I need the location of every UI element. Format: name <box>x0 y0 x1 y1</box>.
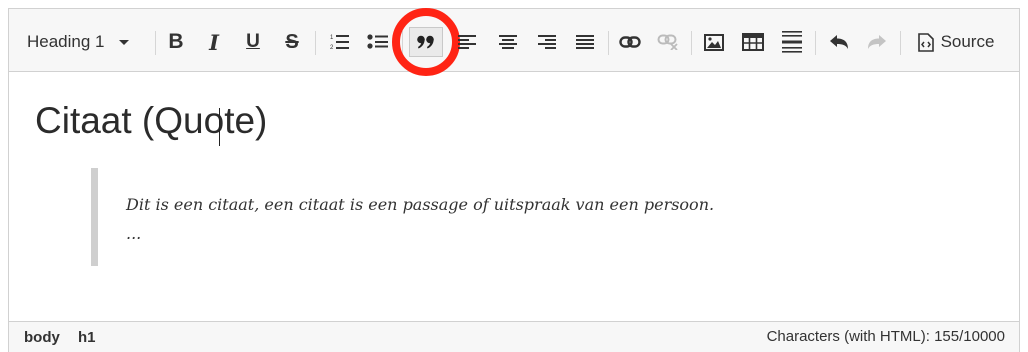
strikethrough-icon: S <box>285 30 299 53</box>
bullet-list-icon <box>367 34 388 49</box>
underline-icon: U <box>246 31 260 52</box>
numbered-list-button[interactable]: 1 2 <box>325 28 355 56</box>
table-button[interactable] <box>738 28 768 56</box>
undo-icon <box>830 35 848 49</box>
chevron-down-icon <box>118 39 129 45</box>
align-right-button[interactable] <box>532 28 562 56</box>
toolbar-separator <box>900 31 901 55</box>
numbered-list-icon: 1 2 <box>330 35 349 51</box>
table-icon <box>742 33 764 51</box>
unlink-button[interactable] <box>653 28 683 56</box>
link-button[interactable] <box>615 28 645 56</box>
quote-text: Dit is een citaat, een citaat is een pas… <box>126 195 715 214</box>
redo-button[interactable] <box>862 28 892 56</box>
align-right-icon <box>538 35 556 49</box>
image-icon <box>704 33 724 51</box>
character-counter: Characters (with HTML): 155/10000 <box>766 328 1005 345</box>
unlink-icon <box>657 34 678 50</box>
align-center-button[interactable] <box>493 28 523 56</box>
horizontal-rule-button[interactable] <box>777 28 807 56</box>
status-bar: body h1 Characters (with HTML): 155/1000… <box>9 321 1019 352</box>
horizontal-rule-icon <box>782 31 802 53</box>
align-left-icon <box>458 35 476 49</box>
toolbar-separator <box>691 31 692 55</box>
source-button[interactable]: Source <box>911 28 1001 56</box>
image-button[interactable] <box>699 28 729 56</box>
bold-icon: B <box>168 30 184 53</box>
page-heading[interactable]: Citaat (Quote) <box>35 100 267 142</box>
editor-toolbar: Heading 1 B I U S 1 2 Source <box>9 8 1019 76</box>
source-code-icon <box>917 32 934 52</box>
align-center-icon <box>499 35 517 49</box>
blockquote[interactable]: Dit is een citaat, een citaat is een pas… <box>91 168 731 266</box>
bullet-list-button[interactable] <box>363 28 393 56</box>
svg-text:2: 2 <box>330 45 334 51</box>
toolbar-separator <box>608 31 609 55</box>
bold-button[interactable]: B <box>161 28 191 56</box>
undo-button[interactable] <box>824 28 854 56</box>
italic-button[interactable]: I <box>199 28 229 56</box>
align-justify-button[interactable] <box>570 28 600 56</box>
path-item-h1[interactable]: h1 <box>78 329 96 346</box>
underline-button[interactable]: U <box>238 28 268 56</box>
highlight-circle <box>392 8 460 76</box>
redo-icon <box>868 35 886 49</box>
align-left-button[interactable] <box>452 28 482 56</box>
editor-content[interactable]: Citaat (Quote) Dit is een citaat, een ci… <box>9 72 1019 322</box>
strikethrough-button[interactable]: S <box>277 28 307 56</box>
toolbar-separator <box>315 31 316 55</box>
element-path: body h1 <box>24 329 110 346</box>
toolbar-separator <box>815 31 816 55</box>
rich-text-editor: Heading 1 B I U S 1 2 Source Citaat (Quo… <box>8 8 1020 352</box>
source-label: Source <box>940 32 995 51</box>
path-item-body[interactable]: body <box>24 329 60 346</box>
toolbar-separator <box>155 31 156 55</box>
link-icon <box>619 36 641 48</box>
align-justify-icon <box>576 35 594 49</box>
svg-text:1: 1 <box>330 35 334 41</box>
quote-ellipsis: ... <box>126 224 142 243</box>
format-select-label: Heading 1 <box>27 32 105 51</box>
text-cursor <box>219 108 220 146</box>
italic-icon: I <box>209 29 219 55</box>
format-select[interactable]: Heading 1 <box>27 28 147 56</box>
